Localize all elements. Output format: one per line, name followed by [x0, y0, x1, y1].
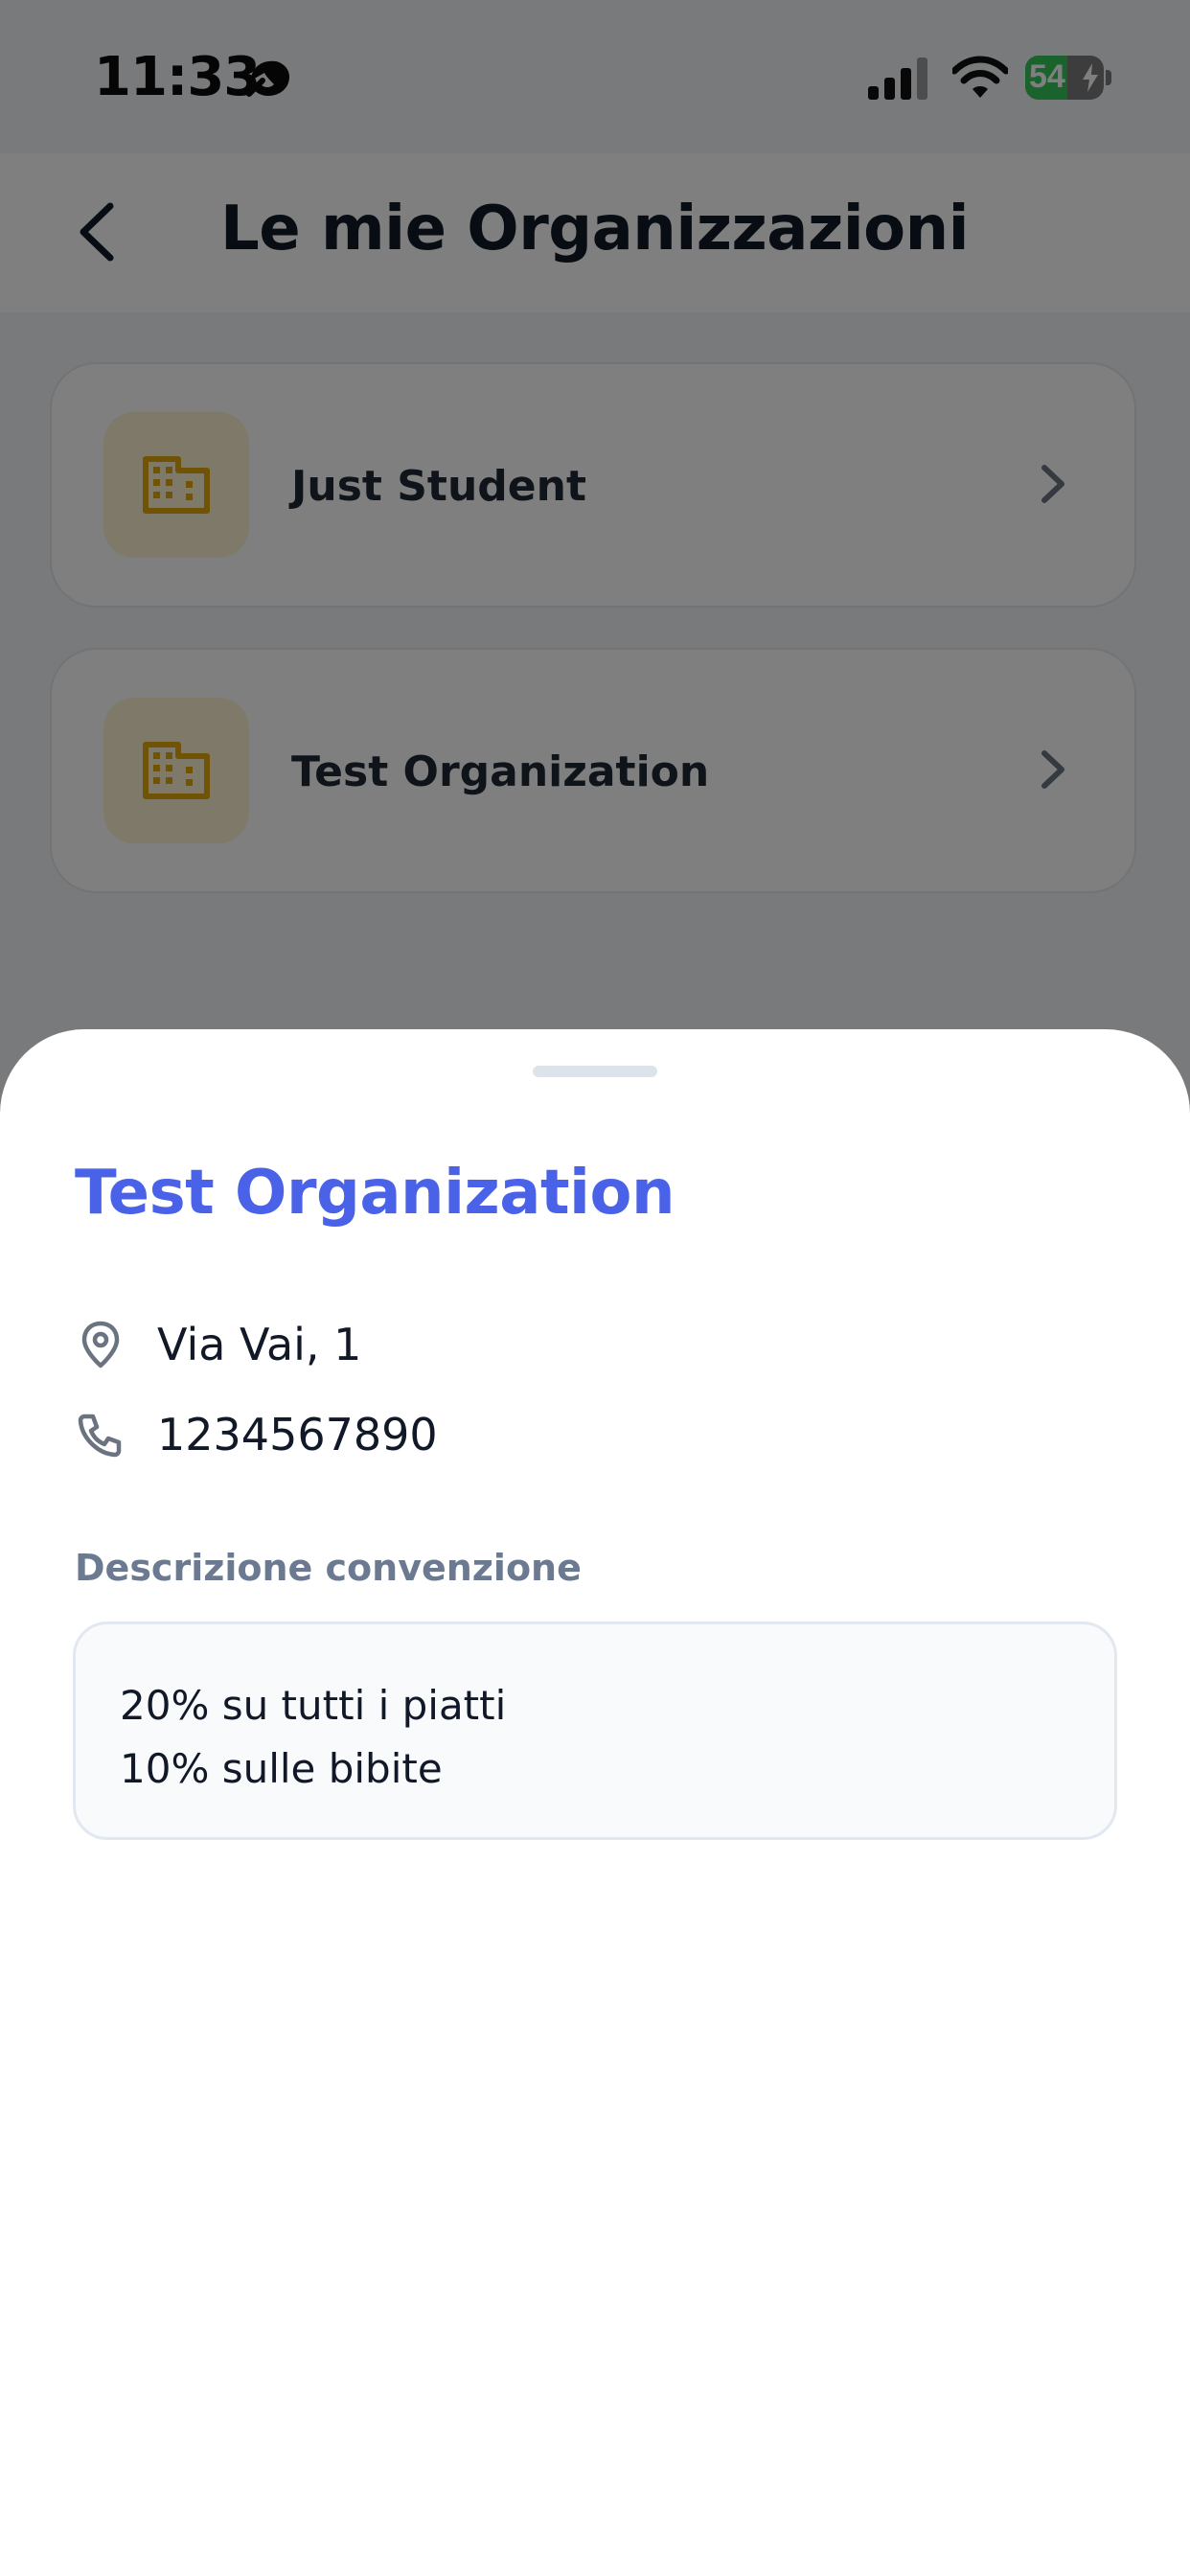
- description-line: 10% sulle bibite: [120, 1745, 443, 1792]
- phone-text: 1234567890: [157, 1409, 438, 1460]
- description-box: 20% su tutti i piatti 10% sulle bibite: [73, 1622, 1117, 1840]
- description-line: 20% su tutti i piatti: [120, 1682, 507, 1729]
- address-text: Via Vai, 1: [157, 1319, 362, 1370]
- organization-detail-sheet: Test Organization Via Vai, 1 1234567890 …: [0, 1029, 1190, 2576]
- phone-row: 1234567890: [75, 1401, 438, 1468]
- map-pin-icon: [75, 1319, 126, 1370]
- sheet-drag-handle[interactable]: [533, 1066, 657, 1077]
- sheet-title: Test Organization: [75, 1158, 675, 1229]
- description-label: Descrizione convenzione: [75, 1547, 582, 1589]
- address-row: Via Vai, 1: [75, 1311, 361, 1378]
- phone-icon: [75, 1409, 126, 1460]
